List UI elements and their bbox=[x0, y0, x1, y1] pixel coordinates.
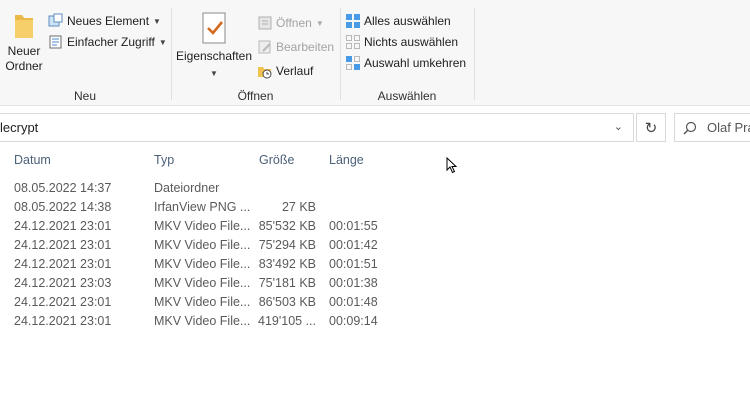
properties-button[interactable]: Eigenschaften ▼ bbox=[175, 12, 253, 81]
file-row[interactable]: 08.05.2022 14:37 Dateiordner bbox=[0, 180, 750, 199]
new-item-button[interactable]: Neues Element ▼ bbox=[48, 11, 161, 31]
file-type: IrfanView PNG ... bbox=[154, 200, 251, 214]
edit-icon bbox=[257, 39, 273, 55]
address-history-chevron-icon[interactable]: ⌄ bbox=[614, 120, 623, 133]
file-type: MKV Video File... bbox=[154, 295, 251, 309]
chevron-down-icon: ▼ bbox=[210, 69, 218, 78]
file-size: 419'105 ... bbox=[258, 314, 316, 328]
edit-label: Bearbeiten bbox=[276, 40, 335, 54]
history-button[interactable]: Verlauf bbox=[257, 61, 313, 81]
select-none-label: Nichts auswählen bbox=[364, 35, 459, 49]
file-row[interactable]: 24.12.2021 23:01 MKV Video File... 86'50… bbox=[0, 294, 750, 313]
file-type: MKV Video File... bbox=[154, 314, 251, 328]
file-row[interactable]: 24.12.2021 23:01 MKV Video File... 85'53… bbox=[0, 218, 750, 237]
column-header-type[interactable]: Typ bbox=[154, 153, 174, 167]
file-type: MKV Video File... bbox=[154, 276, 251, 290]
new-folder-button[interactable]: Neuer Ordner bbox=[0, 10, 48, 74]
file-date: 24.12.2021 23:01 bbox=[14, 257, 112, 271]
file-date: 24.12.2021 23:03 bbox=[14, 276, 112, 290]
ribbon-group-neu: Neuer Ordner Neues Element ▼ Einfacher Z… bbox=[0, 8, 170, 106]
ribbon-group-label-neu: Neu bbox=[73, 89, 96, 103]
file-size: 85'532 KB bbox=[258, 219, 316, 233]
refresh-button[interactable]: ↻ bbox=[636, 113, 666, 142]
file-row[interactable]: 24.12.2021 23:03 MKV Video File... 75'18… bbox=[0, 275, 750, 294]
open-icon bbox=[257, 15, 273, 31]
open-button[interactable]: Öffnen ▼ bbox=[257, 13, 324, 33]
easy-access-button[interactable]: Einfacher Zugriff ▼ bbox=[48, 32, 167, 52]
select-all-button[interactable]: Alles auswählen bbox=[345, 11, 451, 31]
file-length: 00:01:55 bbox=[329, 219, 378, 233]
easy-access-icon bbox=[48, 34, 64, 50]
open-label: Öffnen bbox=[276, 16, 312, 30]
file-date: 24.12.2021 23:01 bbox=[14, 219, 112, 233]
file-type: Dateiordner bbox=[154, 181, 220, 195]
new-item-icon bbox=[48, 13, 64, 29]
file-date: 24.12.2021 23:01 bbox=[14, 238, 112, 252]
ribbon: Neuer Ordner Neues Element ▼ Einfacher Z… bbox=[0, 0, 750, 106]
file-length: 00:09:14 bbox=[329, 314, 378, 328]
file-date: 24.12.2021 23:01 bbox=[14, 314, 112, 328]
file-row[interactable]: 24.12.2021 23:01 MKV Video File... 83'49… bbox=[0, 256, 750, 275]
column-header-length[interactable]: Länge bbox=[329, 153, 364, 167]
file-date: 24.12.2021 23:01 bbox=[14, 295, 112, 309]
select-none-icon bbox=[345, 34, 361, 50]
invert-selection-label: Auswahl umkehren bbox=[364, 56, 467, 70]
ribbon-group-auswaehlen: Alles auswählen Nichts auswählen Auswahl… bbox=[341, 8, 473, 106]
chevron-down-icon: ▼ bbox=[153, 16, 161, 26]
edit-button[interactable]: Bearbeiten bbox=[257, 37, 334, 57]
history-icon bbox=[257, 63, 273, 79]
file-size: 86'503 KB bbox=[258, 295, 316, 309]
ribbon-separator bbox=[474, 8, 475, 100]
file-type: MKV Video File... bbox=[154, 238, 251, 252]
file-length: 00:01:42 bbox=[329, 238, 378, 252]
file-row[interactable]: 24.12.2021 23:01 MKV Video File... 75'29… bbox=[0, 237, 750, 256]
file-type: MKV Video File... bbox=[154, 257, 251, 271]
file-date: 08.05.2022 14:37 bbox=[14, 181, 112, 195]
refresh-icon: ↻ bbox=[644, 119, 658, 137]
chevron-down-icon: ▼ bbox=[158, 37, 167, 47]
ribbon-group-label-auswaehlen: Auswählen bbox=[377, 89, 437, 103]
easy-access-label: Einfacher Zugriff bbox=[67, 35, 155, 49]
file-size: 27 KB bbox=[281, 200, 316, 214]
select-all-icon bbox=[345, 13, 361, 29]
invert-selection-button[interactable]: Auswahl umkehren bbox=[345, 53, 466, 73]
address-path[interactable]: lecrypt bbox=[0, 120, 38, 135]
address-bar[interactable]: lecrypt ⌄ bbox=[0, 113, 634, 142]
invert-selection-icon bbox=[345, 55, 361, 71]
properties-icon bbox=[202, 12, 226, 44]
select-all-label: Alles auswählen bbox=[364, 14, 451, 28]
properties-label: Eigenschaften bbox=[175, 49, 253, 63]
column-header-date[interactable]: Datum bbox=[14, 153, 51, 167]
search-placeholder: Olaf Pra bbox=[707, 120, 750, 135]
file-size: 83'492 KB bbox=[258, 257, 316, 271]
folder-icon bbox=[15, 15, 33, 38]
file-length: 00:01:38 bbox=[329, 276, 378, 290]
select-none-button[interactable]: Nichts auswählen bbox=[345, 32, 458, 52]
ribbon-group-oeffnen: Eigenschaften ▼ Öffnen ▼ Bearbeiten Verl… bbox=[172, 8, 339, 106]
address-row: lecrypt ⌄ ↻ Olaf Pra bbox=[0, 107, 750, 149]
column-header-size[interactable]: Größe bbox=[259, 153, 294, 167]
file-row[interactable]: 08.05.2022 14:38 IrfanView PNG ... 27 KB bbox=[0, 199, 750, 218]
mouse-cursor-icon bbox=[446, 157, 458, 174]
search-input[interactable]: Olaf Pra bbox=[674, 113, 750, 142]
chevron-down-icon: ▼ bbox=[315, 18, 324, 28]
ribbon-group-label-oeffnen: Öffnen bbox=[237, 89, 274, 103]
file-row[interactable]: 24.12.2021 23:01 MKV Video File... 419'1… bbox=[0, 313, 750, 332]
file-length: 00:01:51 bbox=[329, 257, 378, 271]
file-size: 75'181 KB bbox=[258, 276, 316, 290]
search-icon bbox=[683, 121, 697, 135]
file-length: 00:01:48 bbox=[329, 295, 378, 309]
new-folder-label: Neuer Ordner bbox=[5, 44, 43, 73]
file-size: 75'294 KB bbox=[258, 238, 316, 252]
new-item-label: Neues Element bbox=[67, 14, 150, 28]
file-type: MKV Video File... bbox=[154, 219, 251, 233]
file-date: 08.05.2022 14:38 bbox=[14, 200, 112, 214]
history-label: Verlauf bbox=[276, 64, 314, 78]
